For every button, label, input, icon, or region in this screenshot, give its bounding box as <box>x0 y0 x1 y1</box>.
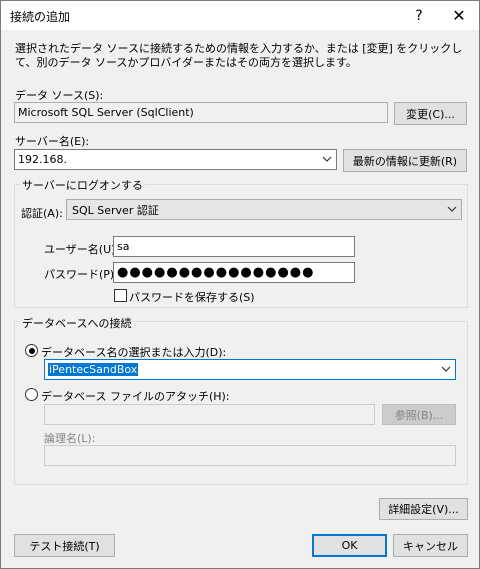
advanced-button-label: 詳細設定(V)... <box>388 503 459 516</box>
attach-file-input[interactable] <box>44 404 375 425</box>
close-icon: ✕ <box>452 6 466 25</box>
attach-file-radio[interactable] <box>25 388 38 401</box>
advanced-button[interactable]: 詳細設定(V)... <box>379 498 468 520</box>
title-bar: 接続の追加 ? ✕ <box>1 1 479 30</box>
data-source-field: Microsoft SQL Server (SqlClient) <box>14 102 388 123</box>
help-button[interactable]: ? <box>401 1 437 30</box>
refresh-button[interactable]: 最新の情報に更新(R) <box>343 149 467 172</box>
change-button[interactable]: 変更(C)... <box>394 102 467 125</box>
logical-name-label: 論理名(L): <box>44 432 96 445</box>
password-input[interactable]: ●●●●●●●●●●●●●●●● <box>113 262 355 283</box>
test-connection-label: テスト接続(T) <box>29 539 100 553</box>
ok-button[interactable]: OK <box>312 534 387 557</box>
window-title: 接続の追加 <box>10 10 71 24</box>
auth-value: SQL Server 認証 <box>72 203 159 217</box>
cancel-button-label: キャンセル <box>403 539 458 553</box>
database-name-combo[interactable]: iPentecSandBox <box>44 359 456 380</box>
attach-file-label: データベース ファイルのアタッチ(H): <box>41 390 230 403</box>
logon-group-title: サーバーにログオンする <box>20 177 145 193</box>
add-connection-dialog: 接続の追加 ? ✕ 選択されたデータ ソースに接続するための情報を入力するか、ま… <box>0 0 480 569</box>
close-button[interactable]: ✕ <box>441 1 477 30</box>
cancel-button[interactable]: キャンセル <box>393 534 468 557</box>
select-database-radio[interactable] <box>25 344 38 357</box>
save-password-checkbox[interactable] <box>114 289 127 302</box>
auth-dropdown[interactable]: SQL Server 認証 <box>66 199 462 220</box>
test-connection-button[interactable]: テスト接続(T) <box>14 534 115 557</box>
save-password-label: パスワードを保存する(S) <box>129 291 255 304</box>
chevron-down-icon[interactable] <box>441 364 451 374</box>
change-button-label: 変更(C)... <box>406 107 455 121</box>
data-source-value: Microsoft SQL Server (SqlClient) <box>18 106 194 119</box>
logical-name-input[interactable] <box>44 445 456 466</box>
browse-button[interactable]: 参照(B)... <box>382 404 456 425</box>
database-group-title: データベースへの接続 <box>20 315 134 331</box>
password-label: パスワード(P): <box>44 268 118 281</box>
select-database-label: データベース名の選択または入力(D): <box>41 346 227 359</box>
chevron-down-icon[interactable] <box>322 154 332 164</box>
auth-label: 認証(A): <box>21 207 63 220</box>
browse-button-label: 参照(B)... <box>394 408 444 422</box>
refresh-button-label: 最新の情報に更新(R) <box>352 154 458 168</box>
username-value: sa <box>117 240 130 253</box>
server-name-value: 192.168. <box>18 153 67 166</box>
server-name-combo[interactable]: 192.168. <box>14 149 337 170</box>
password-value: ●●●●●●●●●●●●●●●● <box>117 265 315 280</box>
username-input[interactable]: sa <box>113 236 355 257</box>
data-source-label: データ ソース(S): <box>15 89 104 102</box>
database-name-value: iPentecSandBox <box>48 363 139 376</box>
radio-selected-dot <box>28 347 35 354</box>
help-icon: ? <box>415 7 423 24</box>
server-name-label: サーバー名(E): <box>15 135 90 148</box>
chevron-down-icon[interactable] <box>447 204 457 214</box>
instructions-text: 選択されたデータ ソースに接続するための情報を入力するか、または [変更] をク… <box>15 42 463 69</box>
ok-button-label: OK <box>341 539 358 552</box>
username-label: ユーザー名(U): <box>44 243 120 256</box>
